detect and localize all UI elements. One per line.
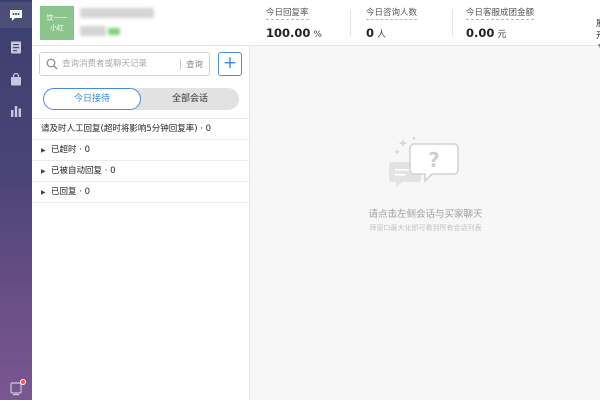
chat-bubble-icon: [10, 9, 22, 21]
stat-group-amount: 今日客服成团金额 0.00 元: [466, 6, 535, 40]
caret-right-icon: ▶: [41, 168, 46, 175]
bar-chart-icon: [11, 106, 21, 117]
add-conversation-button[interactable]: +: [218, 52, 242, 76]
conversation-list: 请及时人工回复(超时将影响5分钟回复率) · 0 ▶ 已超时 · 0 ▶ 已被自动回…: [32, 118, 250, 203]
notification-badge: [20, 379, 26, 385]
stat-value: 0.00 元: [466, 26, 534, 40]
stat-unit: %: [313, 30, 322, 40]
search-icon: [46, 58, 58, 70]
search-separator: [180, 59, 181, 70]
question-mark: ?: [428, 148, 440, 172]
search-button[interactable]: 查询: [186, 58, 203, 70]
avatar-line-2: 小红: [50, 24, 64, 32]
stat-number: 0.00: [466, 26, 495, 40]
tab-group: 今日接待 全部会话: [43, 88, 239, 110]
rail-item-stats[interactable]: [0, 98, 32, 124]
document-icon: [11, 41, 21, 53]
chat-bubbles-icon: ?: [389, 136, 459, 187]
empty-state-subtitle: 拜窗口最大化即可看到所有会话列表: [369, 224, 482, 232]
tab-today-reception[interactable]: 今日接待: [43, 88, 141, 110]
stat-number: 0: [366, 26, 375, 40]
account-status-redacted: [108, 28, 120, 35]
search-input[interactable]: [62, 56, 172, 72]
list-group-replied[interactable]: ▶ 已回复 · 0: [32, 182, 250, 203]
group-label: 已被自动回复 · 0: [51, 166, 116, 176]
stat-divider: [350, 10, 351, 36]
expand-label: 展开: [596, 19, 600, 41]
rail-item-device[interactable]: [0, 376, 32, 400]
empty-state-title: 请点击左侧会话与买家聊天: [368, 209, 483, 220]
tab-all-conversations[interactable]: 全部会话: [141, 88, 239, 110]
rail-item-chat[interactable]: [0, 2, 32, 28]
left-rail: [0, 0, 32, 400]
account-name-redacted: [80, 8, 154, 18]
conversation-panel: 查询 + 今日接待 全部会话 请及时人工回复(超时将影响5分钟回复率) · 0 …: [32, 46, 250, 400]
stat-value: 100.00%: [266, 26, 322, 40]
group-label: 已回复 · 0: [51, 187, 91, 197]
stat-inquiries: 今日咨询人数 0人: [366, 6, 418, 40]
header-bar: 饮一一 小红 今日回复率 100.00% 今日咨询人数 0人 今日客服成团金额 …: [32, 0, 600, 50]
rail-item-document[interactable]: [0, 34, 32, 60]
avatar[interactable]: 饮一一 小红: [40, 6, 74, 40]
stat-value: 0人: [366, 26, 417, 40]
list-group-timeout[interactable]: ▶ 已超时 · 0: [32, 140, 250, 161]
stat-number: 100.00: [266, 26, 311, 40]
account-info-redacted: [80, 26, 106, 36]
rail-item-shop[interactable]: [0, 66, 32, 92]
app-window: 饮一一 小红 今日回复率 100.00% 今日咨询人数 0人 今日客服成团金额 …: [0, 0, 600, 400]
stat-label: 今日回复率: [266, 8, 309, 20]
stat-label: 今日客服成团金额: [466, 8, 535, 20]
list-group-auto-replied[interactable]: ▶ 已被自动回复 · 0: [32, 161, 250, 182]
stat-unit: 元: [497, 30, 507, 40]
stat-divider: [452, 10, 453, 36]
avatar-line-1: 饮一一: [46, 14, 68, 22]
stat-unit: 人: [377, 30, 387, 40]
search-box: 查询: [39, 52, 210, 76]
stat-reply-rate: 今日回复率 100.00%: [266, 6, 322, 40]
caret-right-icon: ▶: [41, 189, 46, 196]
shopping-bag-icon: [11, 72, 21, 85]
chat-empty-state: ? 请点击左侧会话与买家聊天 拜窗口最大化即可看到所有会话列表: [251, 46, 600, 400]
caret-right-icon: ▶: [41, 147, 46, 154]
stat-label: 今日咨询人数: [366, 8, 418, 20]
group-label: 已超时 · 0: [51, 145, 91, 155]
pending-reply-row[interactable]: 请及时人工回复(超时将影响5分钟回复率) · 0: [32, 119, 250, 140]
